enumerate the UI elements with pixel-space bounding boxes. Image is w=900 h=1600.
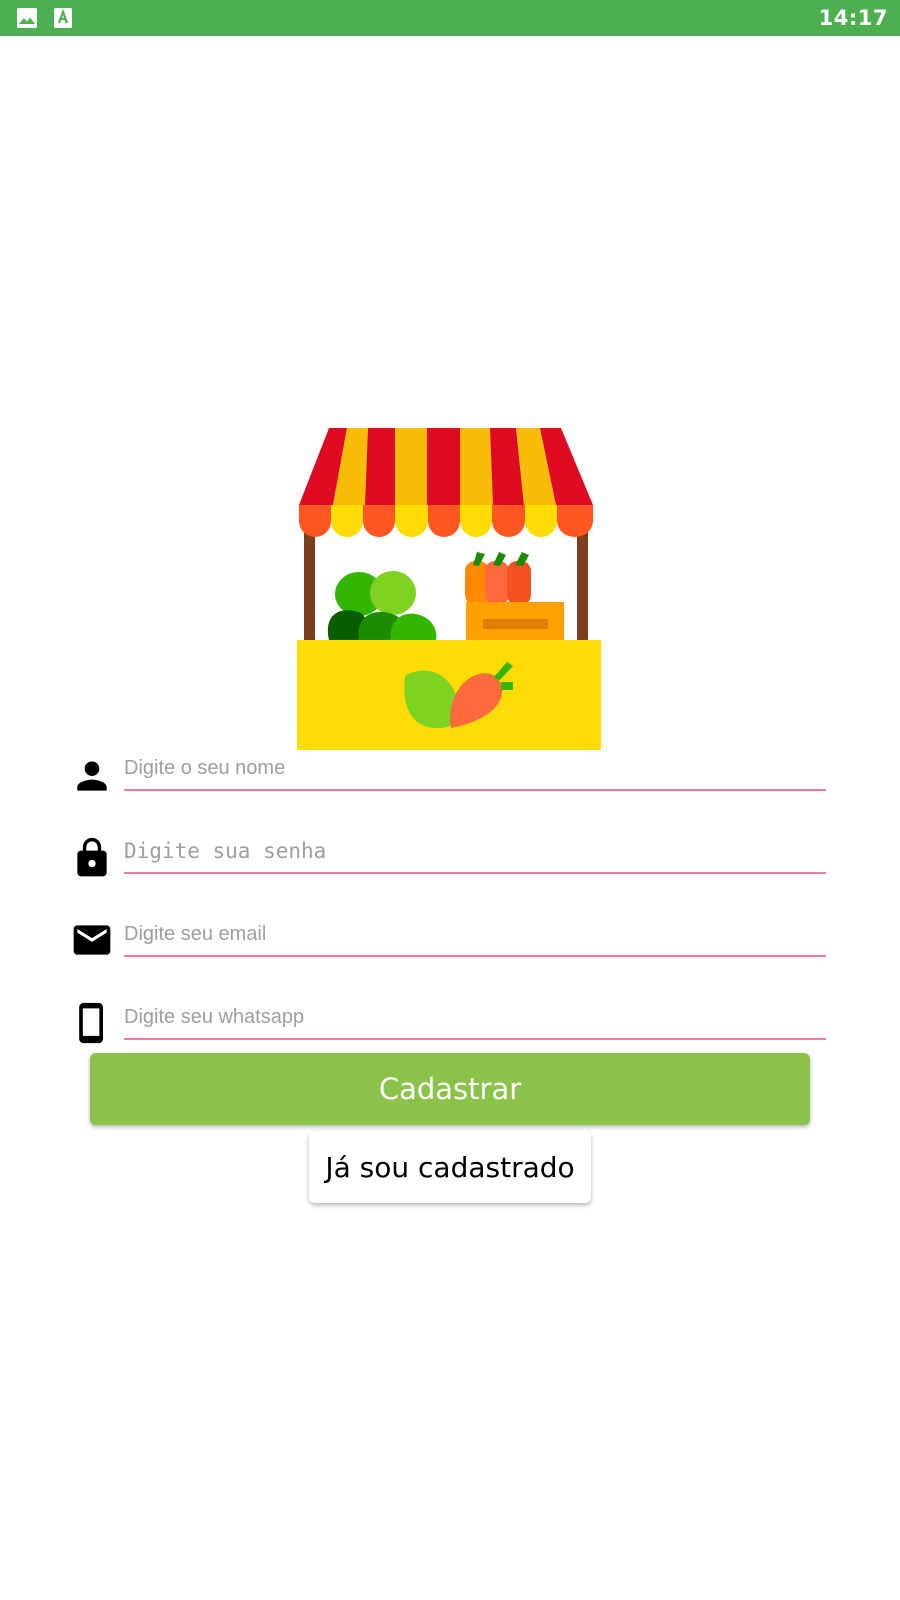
person-icon <box>77 761 107 791</box>
market-stall-icon <box>297 428 601 750</box>
phone-icon <box>79 1002 103 1044</box>
status-bar: 14:17 <box>0 0 900 36</box>
text-app-notification-icon <box>54 8 72 28</box>
lock-icon <box>77 837 107 877</box>
already-registered-button[interactable]: Já sou cadastrado <box>309 1131 591 1203</box>
register-button[interactable]: Cadastrar <box>90 1053 810 1125</box>
password-input[interactable] <box>124 830 826 874</box>
name-input[interactable] <box>124 747 826 791</box>
email-input[interactable] <box>124 913 826 957</box>
image-notification-icon <box>17 8 37 28</box>
status-clock: 14:17 <box>818 6 888 30</box>
whatsapp-input[interactable] <box>124 996 826 1040</box>
email-icon <box>73 925 111 955</box>
